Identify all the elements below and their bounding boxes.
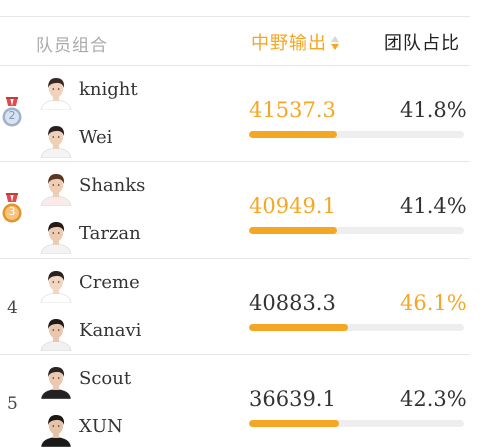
player-name[interactable]: XUN: [79, 416, 123, 437]
team-share-value: 41.8%: [400, 98, 467, 122]
player-name[interactable]: Wei: [79, 127, 112, 148]
team-share-value: 42.3%: [400, 387, 467, 411]
damage-progress-fill: [249, 131, 338, 138]
player-avatar[interactable]: [38, 267, 74, 303]
player-name[interactable]: Kanavi: [79, 320, 141, 341]
list-item[interactable]: 5 Scout XUN 36639.1 42.3%: [0, 354, 470, 448]
column-header-combo: 队员组合: [36, 36, 108, 56]
rank-number: 4: [7, 298, 18, 318]
player-name[interactable]: Shanks: [79, 175, 145, 196]
medal-rank-number: 2: [8, 109, 16, 122]
team-share-value: 41.4%: [400, 194, 467, 218]
damage-progress-fill: [249, 420, 340, 427]
player-avatar[interactable]: [38, 315, 74, 351]
list-item[interactable]: 4 Creme Kanavi 40883.3 46.1%: [0, 258, 470, 354]
player-avatar[interactable]: [38, 411, 74, 447]
player-entry[interactable]: Kanavi: [38, 315, 228, 351]
column-header-damage[interactable]: 中野输出: [251, 29, 340, 55]
player-avatar[interactable]: [38, 170, 74, 206]
player-avatar[interactable]: [38, 122, 74, 158]
damage-progress-bar: [249, 131, 464, 138]
team-share-value: 46.1%: [400, 291, 467, 315]
player-avatar[interactable]: [38, 218, 74, 254]
player-entry[interactable]: Tarzan: [38, 218, 228, 254]
player-name[interactable]: Creme: [79, 272, 140, 293]
sort-desc-icon[interactable]: [330, 35, 340, 51]
player-entry[interactable]: Shanks: [38, 170, 228, 206]
player-avatar[interactable]: [38, 74, 74, 110]
player-entry[interactable]: Scout: [38, 363, 228, 399]
damage-progress-fill: [249, 227, 338, 234]
list-item[interactable]: 2 knight Wei 41537.3 41.8%: [0, 65, 470, 161]
table-header: 队员组合 中野输出 团队占比: [0, 17, 470, 65]
damage-value: 36639.1: [249, 387, 336, 411]
medal-rank-number: 3: [8, 205, 16, 218]
damage-progress-bar: [249, 324, 464, 331]
damage-value: 41537.3: [249, 98, 336, 122]
player-name[interactable]: Scout: [79, 368, 131, 389]
player-name[interactable]: Tarzan: [79, 223, 141, 244]
damage-value: 40949.1: [249, 194, 336, 218]
player-avatar[interactable]: [38, 363, 74, 399]
silver-medal-icon: 2: [1, 96, 23, 132]
player-entry[interactable]: XUN: [38, 411, 228, 447]
list-item[interactable]: 3 Shanks Tarzan 40949.1 41.4%: [0, 161, 470, 257]
player-entry[interactable]: Creme: [38, 267, 228, 303]
player-entry[interactable]: knight: [38, 74, 228, 110]
damage-value: 40883.3: [249, 291, 336, 315]
damage-progress-bar: [249, 420, 464, 427]
player-entry[interactable]: Wei: [38, 122, 228, 158]
damage-progress-bar: [249, 227, 464, 234]
rank-number: 5: [7, 394, 18, 414]
column-header-share[interactable]: 团队占比: [384, 29, 460, 55]
column-header-damage-label: 中野输出: [251, 33, 327, 54]
damage-progress-fill: [249, 324, 348, 331]
player-name[interactable]: knight: [79, 79, 138, 100]
bronze-medal-icon: 3: [1, 192, 23, 228]
